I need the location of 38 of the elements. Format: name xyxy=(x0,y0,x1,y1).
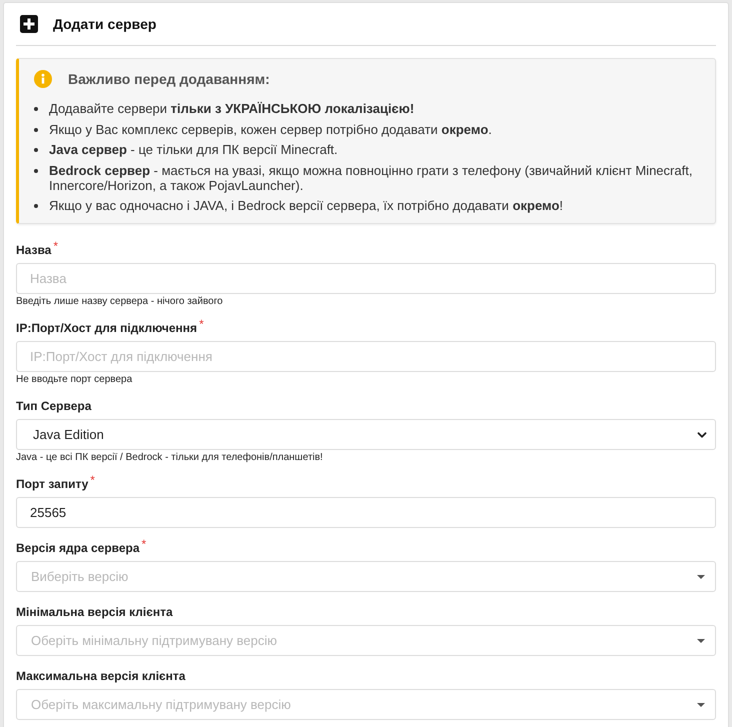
bullet-icon xyxy=(34,168,38,172)
notice-item: Якщо у вас одночасно і JAVA, і Bedrock версії сервера, їх потрібно додавати окремо! xyxy=(49,198,564,213)
notice-item: Додавайте сервери тільки з УКРАЇНСЬКОЮ локалізацією! xyxy=(49,101,414,116)
required-asterisk: * xyxy=(53,239,58,253)
input-field[interactable]: 25565 xyxy=(16,497,716,528)
help-text: Введіть лише назву сервера - нічого зайвого xyxy=(16,296,224,308)
bullet-icon xyxy=(34,107,38,111)
field-label: Назва xyxy=(16,242,52,258)
header-title: Додати сервер xyxy=(53,15,156,33)
input-field[interactable]: IP:Порт/Хост для підключення xyxy=(16,341,716,372)
field-label: Тип Сервера xyxy=(16,398,92,414)
help-text: Java - це всі ПК версії / Bedrock - тільки для телефонів/планшетів! xyxy=(16,452,324,464)
dropdown-field[interactable]: Виберіть версію xyxy=(16,561,716,592)
required-asterisk: * xyxy=(142,537,146,551)
notice-title: Важливо перед додаванням: xyxy=(68,70,270,88)
info-icon xyxy=(34,70,52,88)
bullet-icon xyxy=(34,204,38,208)
caret-down-icon xyxy=(697,702,705,706)
field-label: Порт запиту xyxy=(16,476,88,492)
caret-down-icon xyxy=(697,574,705,578)
plus-icon xyxy=(20,15,38,33)
caret-down-icon xyxy=(697,638,705,642)
field-label: Мінімальна версія клієнта xyxy=(16,604,173,620)
dropdown-field[interactable]: Оберіть мінімальну підтримувану версію xyxy=(16,625,716,656)
notice-item: Якщо у Вас комплекс серверів, кожен сервер потрібно додавати окремо. xyxy=(49,122,492,136)
field-label: IP:Порт/Хост для підключення xyxy=(16,320,198,336)
notice-item: Java сервер - це тільки для ПК версії Minecraft. xyxy=(49,142,338,157)
bullet-icon xyxy=(34,128,38,132)
select-field[interactable]: Java Edition xyxy=(16,419,716,450)
notice-item: Bedrock сервер - мається на увазі, якщо можна повноцінно грати з телефону (звичайний клієнт Minecraft, Innercore/Horizon, а також PojavLauncher). xyxy=(49,162,694,192)
bullet-icon xyxy=(34,148,38,152)
field-label: Версія ядра сервера xyxy=(16,540,140,556)
help-text: Не вводьте порт сервера xyxy=(16,374,134,386)
required-asterisk: * xyxy=(90,473,95,487)
dropdown-field[interactable]: Оберіть максимальну підтримувану версію xyxy=(16,689,716,720)
input-field[interactable]: Назва xyxy=(16,263,716,294)
required-asterisk: * xyxy=(199,317,204,331)
field-label: Максимальна версія клієнта xyxy=(16,668,186,684)
